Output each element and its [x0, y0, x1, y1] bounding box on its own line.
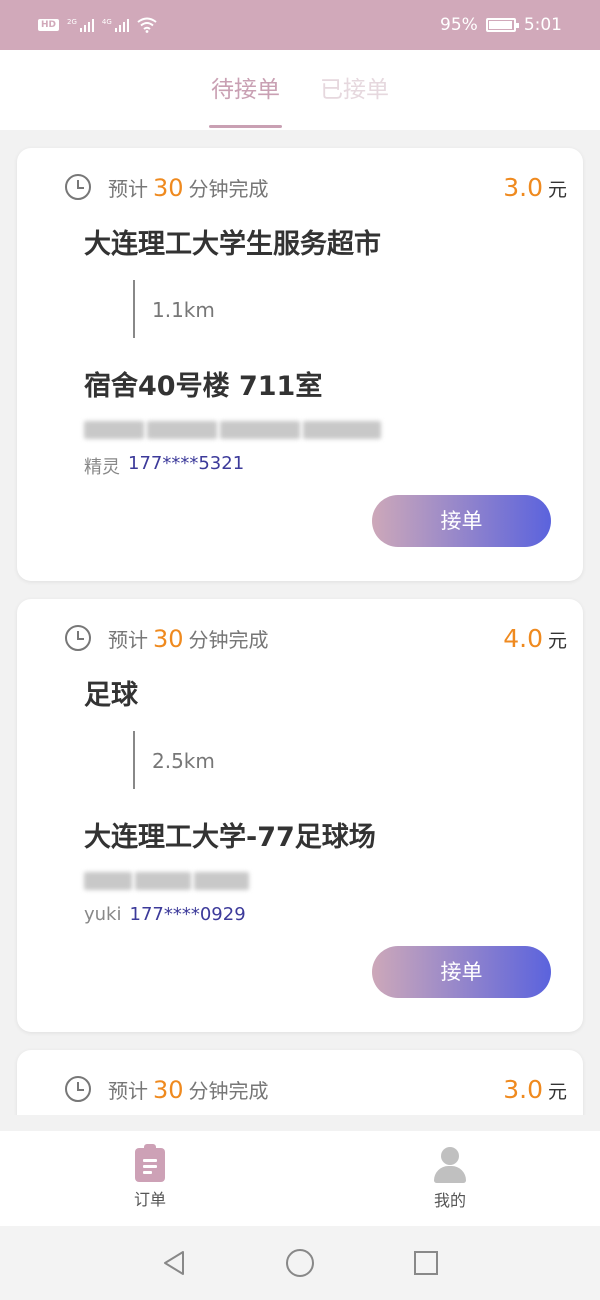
status-bar: HD 2G 4G 95% 5:01	[0, 0, 600, 50]
clock-icon	[65, 625, 91, 651]
network-type-label: 2G	[67, 18, 77, 26]
contact-phone[interactable]: 177****0929	[130, 904, 246, 925]
contact-info: yuki 177****0929	[84, 904, 246, 925]
estimated-time: 预计 30 分钟完成	[108, 173, 269, 202]
price-unit: 元	[547, 1080, 567, 1103]
clock-icon	[65, 1076, 91, 1102]
route-line	[133, 731, 135, 789]
bottom-nav: 订单 我的	[0, 1131, 600, 1226]
price-amount: 3.0	[503, 172, 543, 202]
pickup-location: 大连理工大学生服务超市	[84, 229, 381, 260]
wifi-icon	[137, 17, 157, 33]
delivery-location: 宿舍40号楼 711室	[84, 371, 323, 402]
home-icon[interactable]	[286, 1249, 314, 1277]
distance: 2.5km	[152, 749, 215, 773]
estimated-time: 预计 30 分钟完成	[108, 1075, 269, 1104]
order-card: 预计 30 分钟完成 4.0 元 足球 2.5km 大连理工大学-77足球场 y…	[17, 599, 583, 1032]
battery-icon	[485, 18, 519, 32]
clock-icon	[65, 174, 91, 200]
contact-name: 精灵	[84, 457, 120, 478]
order-header: 预计 30 分钟完成 3.0 元	[65, 172, 567, 202]
nav-orders-label: 订单	[133, 1189, 166, 1209]
signal-icon: 2G	[67, 18, 94, 32]
user-icon	[432, 1146, 468, 1183]
tab-accepted[interactable]: 已接单	[318, 50, 391, 130]
clipboard-icon	[135, 1143, 165, 1182]
accept-order-button[interactable]: 接单	[372, 495, 551, 547]
signal-icon: 4G	[102, 18, 129, 32]
price-unit: 元	[547, 629, 567, 652]
blurred-address	[84, 421, 384, 443]
blurred-address	[84, 872, 252, 894]
clock-time: 5:01	[523, 15, 562, 35]
status-icons: HD 2G 4G	[38, 17, 157, 33]
order-header: 预计 30 分钟完成 4.0 元	[65, 623, 567, 653]
status-right: 95% 5:01	[440, 15, 562, 35]
order-header: 预计 30 分钟完成 3.0 元	[65, 1074, 567, 1104]
est-suffix: 分钟完成	[188, 627, 269, 652]
est-prefix: 预计	[108, 627, 148, 652]
order-price: 3.0 元	[503, 1075, 567, 1104]
order-list[interactable]: 预计 30 分钟完成 3.0 元 大连理工大学生服务超市 1.1km 宿舍40号…	[0, 130, 600, 1115]
pickup-location: 足球	[84, 680, 138, 711]
back-icon[interactable]	[162, 1249, 186, 1277]
price-unit: 元	[547, 178, 567, 201]
price-amount: 3.0	[503, 1074, 543, 1104]
est-suffix: 分钟完成	[188, 176, 269, 201]
contact-phone[interactable]: 177****5321	[128, 453, 244, 479]
est-suffix: 分钟完成	[188, 1078, 269, 1103]
estimated-time: 预计 30 分钟完成	[108, 624, 269, 653]
battery-percent: 95%	[440, 15, 478, 35]
delivery-location: 大连理工大学-77足球场	[84, 822, 376, 853]
recents-icon[interactable]	[414, 1251, 438, 1275]
tab-pending[interactable]: 待接单	[209, 50, 282, 130]
est-minutes: 30	[153, 173, 184, 202]
accept-order-button[interactable]: 接单	[372, 946, 551, 998]
route-line	[133, 280, 135, 338]
hd-badge: HD	[38, 19, 60, 31]
contact-name: yuki	[84, 904, 122, 925]
nav-me-label: 我的	[433, 1190, 466, 1210]
est-prefix: 预计	[108, 1078, 148, 1103]
nav-orders[interactable]: 订单	[0, 1131, 300, 1226]
est-prefix: 预计	[108, 176, 148, 201]
order-tabs: 待接单 已接单	[0, 50, 600, 130]
network-type-label: 4G	[101, 18, 112, 26]
battery-level	[488, 21, 512, 29]
order-price: 4.0 元	[503, 624, 567, 653]
est-minutes: 30	[153, 1075, 184, 1104]
nav-me[interactable]: 我的	[300, 1131, 600, 1226]
contact-info: 精灵 177****5321	[84, 453, 244, 479]
est-minutes: 30	[153, 624, 184, 653]
distance: 1.1km	[152, 298, 215, 322]
system-nav-bar	[0, 1226, 600, 1300]
order-card: 预计 30 分钟完成 3.0 元 大连理工大学生服务超市 1.1km 宿舍40号…	[17, 148, 583, 581]
price-amount: 4.0	[503, 623, 543, 653]
order-price: 3.0 元	[503, 173, 567, 202]
order-card: 预计 30 分钟完成 3.0 元	[17, 1050, 583, 1115]
